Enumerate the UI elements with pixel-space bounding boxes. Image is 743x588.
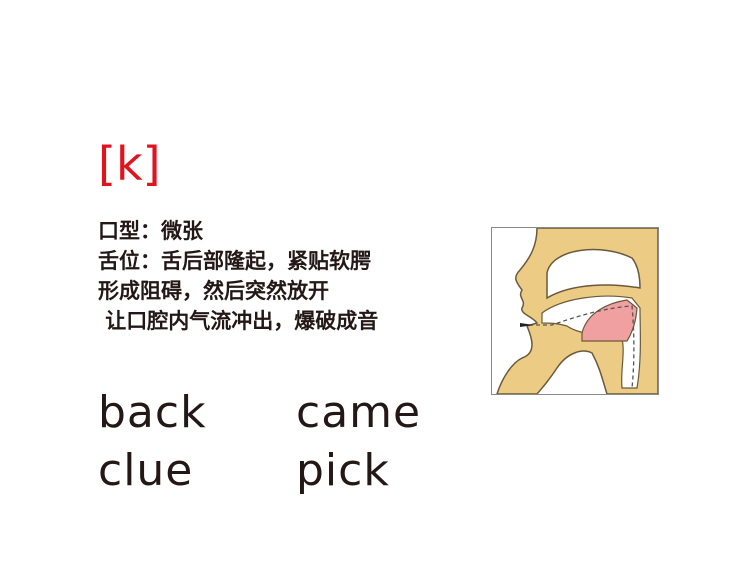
pronunciation-description: 口型：微张舌位：舌后部隆起，紧贴软腭 形成阻碍，然后突然放开 让口腔内气流冲出，爆… [98,216,378,336]
mouth-cross-section-diagram [491,227,659,395]
example-word: pick [296,445,390,496]
example-word: came [296,387,422,438]
description-line: 口型：微张 [98,219,203,243]
description-line: 舌位：舌后部隆起，紧贴软腭 [98,249,371,273]
example-word: back [98,387,207,438]
example-word: clue [98,445,194,496]
mouth-diagram-icon [495,227,659,395]
phoneme-symbol: [k] [98,137,161,191]
description-line: 让口腔内气流冲出，爆破成音 [98,309,379,333]
description-line: 形成阻碍，然后突然放开 [98,279,329,303]
